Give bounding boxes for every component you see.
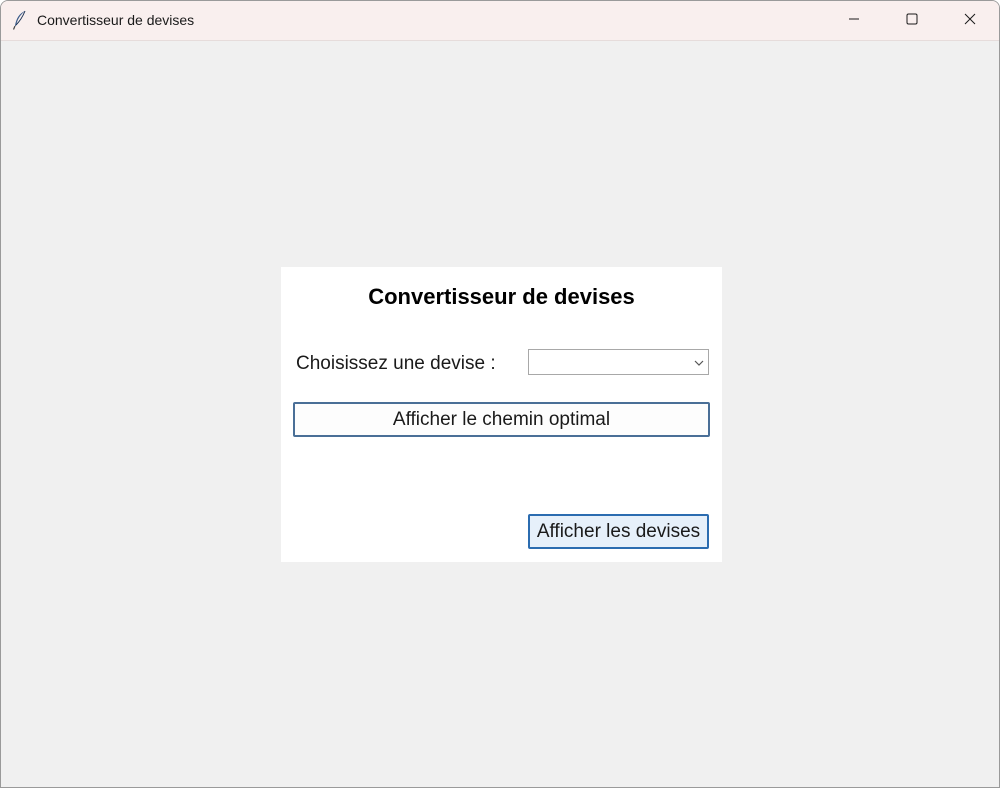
show-optimal-path-button[interactable]: Afficher le chemin optimal [293, 402, 710, 437]
chevron-down-icon[interactable] [693, 356, 705, 368]
minimize-button[interactable] [825, 1, 883, 40]
close-button[interactable] [941, 1, 999, 40]
feather-icon [12, 10, 28, 30]
minimize-icon [848, 12, 860, 30]
title-bar[interactable]: Convertisseur de devises [1, 1, 999, 41]
page-title: Convertisseur de devises [368, 284, 635, 309]
window-title: Convertisseur de devises [37, 12, 195, 28]
currency-label: Choisissez une devise : [296, 353, 496, 374]
currency-select[interactable] [528, 349, 709, 375]
close-icon [964, 12, 976, 30]
maximize-icon [906, 12, 918, 30]
converter-panel: Convertisseur de devises Choisissez une … [281, 267, 722, 562]
maximize-button[interactable] [883, 1, 941, 40]
client-area: Convertisseur de devises Choisissez une … [1, 41, 999, 787]
app-window: Convertisseur de devises Convertisseur d… [0, 0, 1000, 788]
show-currencies-button[interactable]: Afficher les devises [528, 514, 709, 549]
